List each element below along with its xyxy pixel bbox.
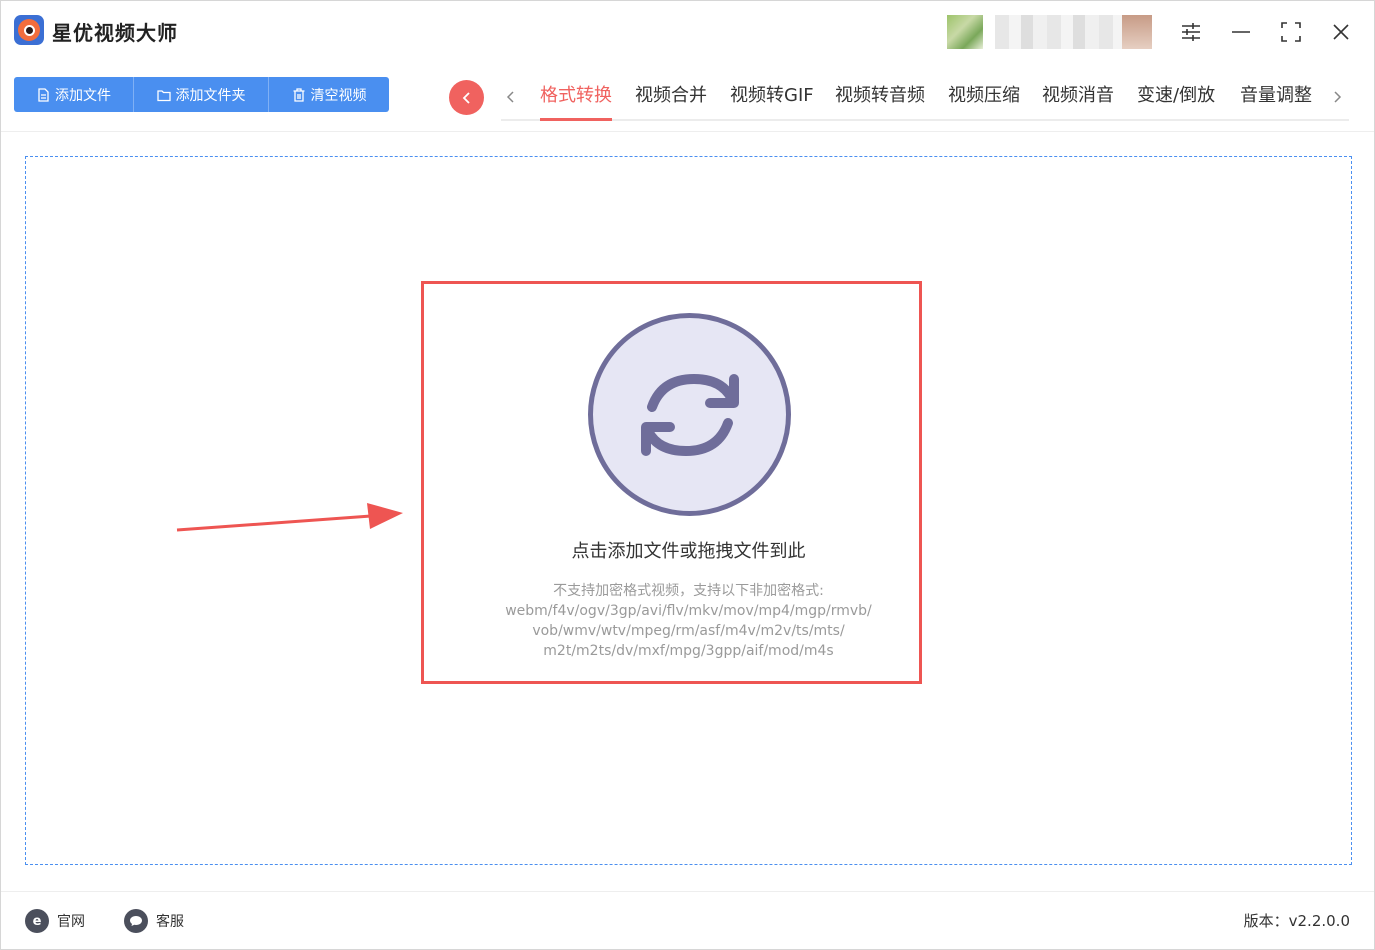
- tab-video-merge[interactable]: 视频合并: [635, 83, 707, 119]
- formats-list-2: vob/wmv/wtv/mpeg/rm/asf/m4v/m2v/ts/mts/: [532, 623, 845, 639]
- tabs-scroll-left-icon[interactable]: [501, 85, 521, 109]
- settings-sliders-icon[interactable]: [1176, 17, 1206, 47]
- tabs-scroll-right-icon[interactable]: [1327, 85, 1347, 109]
- tab-video-mute[interactable]: 视频消音: [1042, 83, 1114, 119]
- close-icon[interactable]: [1326, 17, 1356, 47]
- tab-format-convert[interactable]: 格式转换: [540, 83, 612, 121]
- avatar: [947, 15, 983, 49]
- app-window: 星优视频大师 添加文件 添加文件夹 清空视频 格式转换 视频合并 视频转GIF …: [0, 0, 1375, 950]
- tab-volume-adjust[interactable]: 音量调整: [1240, 83, 1312, 119]
- back-button[interactable]: [449, 80, 484, 115]
- support-label: 客服: [156, 914, 184, 930]
- clear-videos-label: 清空视频: [310, 87, 367, 104]
- footer-divider: [1, 891, 1374, 892]
- formats-list-3: m2t/m2ts/dv/mxf/mpg/3gpp/aif/mod/m4s: [543, 643, 834, 659]
- function-tabs: 格式转换 视频合并 视频转GIF 视频转音频 视频压缩 视频消音 变速/倒放 音…: [501, 75, 1349, 121]
- add-file-label: 添加文件: [55, 87, 111, 104]
- convert-refresh-icon: [640, 373, 739, 456]
- formats-list-1: webm/f4v/ogv/3gp/avi/flv/mkv/mov/mp4/mgp…: [505, 603, 872, 619]
- formats-notice: 不支持加密格式视频，支持以下非加密格式:: [553, 583, 824, 599]
- add-file-button[interactable]: 添加文件: [14, 77, 134, 112]
- chat-bubble-icon: [124, 909, 148, 933]
- title-bar: 星优视频大师: [1, 1, 1374, 61]
- website-label: 官网: [57, 914, 85, 930]
- maximize-icon[interactable]: [1276, 17, 1306, 47]
- user-badge-redacted: [1122, 15, 1152, 49]
- user-account[interactable]: [947, 15, 1152, 49]
- trash-icon: [293, 87, 304, 102]
- folder-icon: [156, 89, 171, 101]
- file-toolbar: 添加文件 添加文件夹 清空视频: [14, 77, 389, 112]
- tab-speed-reverse[interactable]: 变速/倒放: [1137, 83, 1215, 119]
- website-link[interactable]: e 官网: [25, 907, 85, 935]
- tab-video-to-gif[interactable]: 视频转GIF: [730, 83, 814, 119]
- supported-formats: 不支持加密格式视频，支持以下非加密格式: webm/f4v/ogv/3gp/av…: [421, 581, 956, 661]
- chevron-left-icon: [462, 91, 470, 104]
- app-title: 星优视频大师: [52, 21, 178, 45]
- drop-hint-text: 点击添加文件或拖拽文件到此: [571, 541, 806, 562]
- add-folder-label: 添加文件夹: [175, 87, 246, 104]
- user-name-redacted: [995, 15, 1122, 49]
- pointer-arrow-annotation: [176, 503, 403, 532]
- add-file-dropzone-button[interactable]: [588, 313, 791, 516]
- version-text: 版本：v2.2.0.0: [1243, 912, 1350, 930]
- app-logo-icon: [14, 15, 44, 45]
- clear-videos-button[interactable]: 清空视频: [269, 77, 389, 112]
- browser-e-icon: e: [25, 909, 49, 933]
- support-link[interactable]: 客服: [124, 907, 184, 935]
- tab-video-to-audio[interactable]: 视频转音频: [835, 83, 925, 119]
- minimize-icon[interactable]: [1226, 17, 1256, 47]
- add-folder-button[interactable]: 添加文件夹: [134, 77, 269, 112]
- file-icon: [38, 87, 49, 102]
- header-divider: [1, 131, 1374, 132]
- tab-video-compress[interactable]: 视频压缩: [948, 83, 1020, 119]
